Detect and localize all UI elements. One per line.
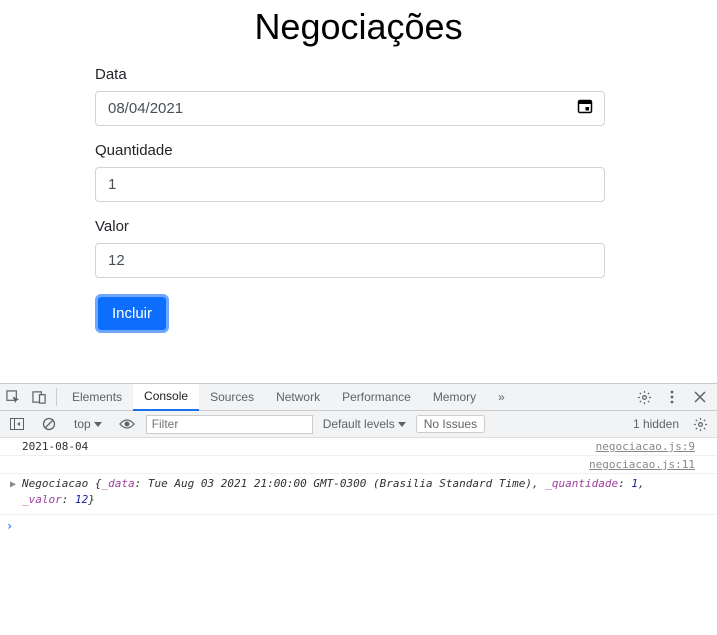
console-log-line: 2021-08-04 negociacao.js:9 xyxy=(0,438,717,456)
source-link[interactable]: negociacao.js:11 xyxy=(589,458,695,471)
filter-input[interactable] xyxy=(146,415,313,434)
settings-icon[interactable] xyxy=(631,384,657,410)
context-selector[interactable]: top xyxy=(68,417,108,431)
quantidade-input[interactable] xyxy=(95,167,605,202)
tab-sources[interactable]: Sources xyxy=(199,384,265,411)
tab-elements[interactable]: Elements xyxy=(61,384,133,411)
console-prompt[interactable]: › xyxy=(0,515,717,537)
log-levels-selector[interactable]: Default levels xyxy=(319,417,410,431)
tab-performance[interactable]: Performance xyxy=(331,384,422,411)
chevron-down-icon xyxy=(94,422,102,427)
levels-label: Default levels xyxy=(323,417,395,431)
log-message: 2021-08-04 xyxy=(22,440,596,453)
console-settings-icon[interactable] xyxy=(687,411,713,437)
quantidade-label: Quantidade xyxy=(95,142,605,159)
valor-input[interactable] xyxy=(95,243,605,278)
chevron-down-icon xyxy=(398,422,406,427)
console-object[interactable]: ▶ Negociacao {_data: Tue Aug 03 2021 21:… xyxy=(0,474,717,515)
prompt-chevron-icon: › xyxy=(6,519,13,533)
console-sidebar-toggle-icon[interactable] xyxy=(4,411,30,437)
kebab-menu-icon[interactable] xyxy=(659,384,685,410)
negociacoes-form: Data Quantidade Valor Incluir xyxy=(95,66,605,333)
source-link[interactable]: negociacao.js:9 xyxy=(596,440,695,453)
data-input[interactable] xyxy=(95,91,605,126)
context-label: top xyxy=(74,417,91,431)
live-expression-icon[interactable] xyxy=(114,411,140,437)
incluir-button[interactable]: Incluir xyxy=(95,294,169,333)
data-label: Data xyxy=(95,66,605,83)
tabs-overflow-icon[interactable]: » xyxy=(487,384,516,411)
page-title: Negociações xyxy=(0,6,717,48)
valor-label: Valor xyxy=(95,218,605,235)
close-icon[interactable] xyxy=(687,384,713,410)
inspect-icon[interactable] xyxy=(0,384,26,410)
object-class: Negociacao xyxy=(22,477,88,490)
hidden-count: 1 hidden xyxy=(633,417,679,431)
devtools-panel: Elements Console Sources Network Perform… xyxy=(0,383,717,635)
console-log-line: negociacao.js:11 xyxy=(0,456,717,474)
page-viewport[interactable]: Negociações Data Quantidade Valor Inclui… xyxy=(0,0,717,383)
issues-button[interactable]: No Issues xyxy=(416,415,485,433)
expand-triangle-icon[interactable]: ▶ xyxy=(10,478,16,493)
tab-network[interactable]: Network xyxy=(265,384,331,411)
clear-console-icon[interactable] xyxy=(36,411,62,437)
device-toggle-icon[interactable] xyxy=(26,384,52,410)
tab-memory[interactable]: Memory xyxy=(422,384,487,411)
tab-console[interactable]: Console xyxy=(133,384,199,411)
